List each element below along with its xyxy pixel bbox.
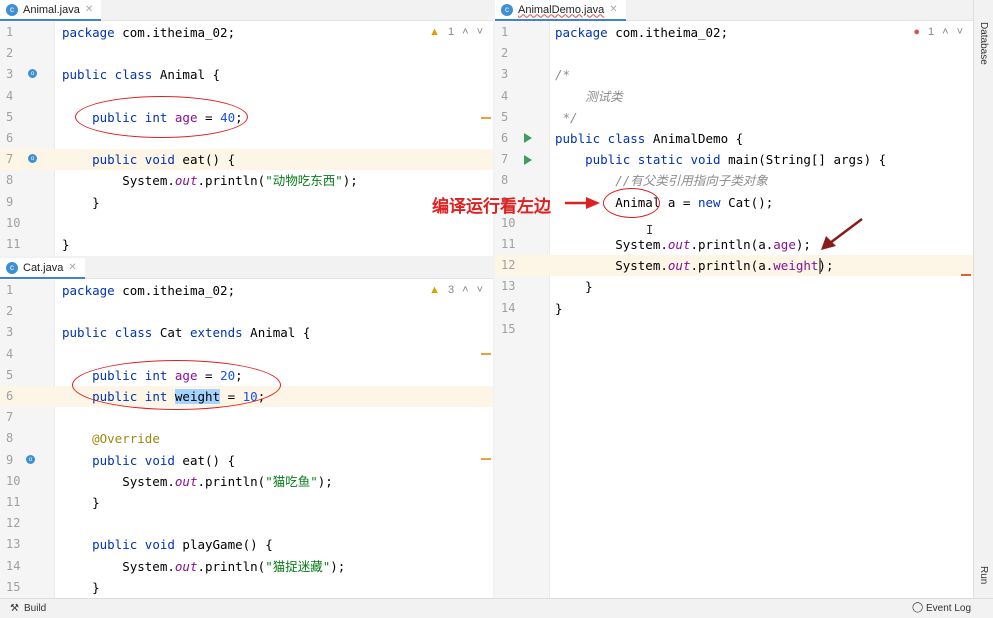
red-arrow [565, 197, 600, 209]
arrows-overlay: I [565, 197, 863, 274]
dark-red-arrow [821, 218, 863, 250]
mouse-ibeam-cursor: I [646, 223, 653, 237]
